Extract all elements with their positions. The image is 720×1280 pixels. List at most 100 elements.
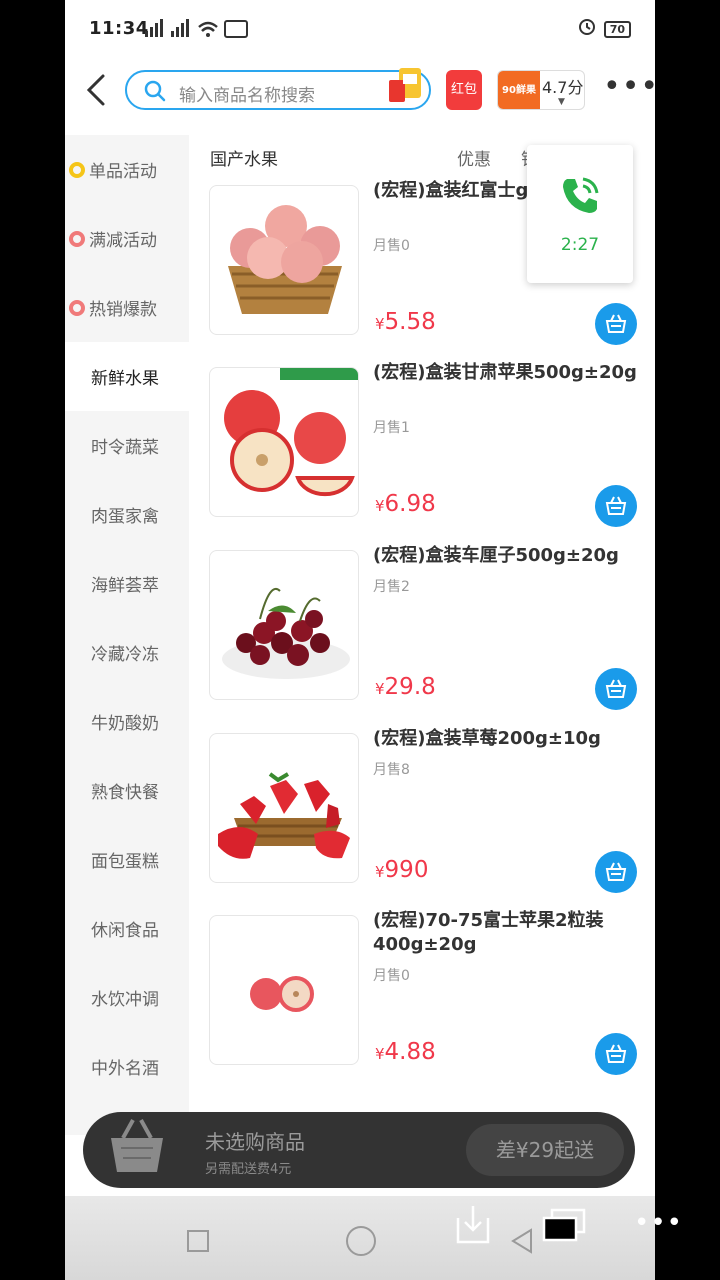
product-name: (宏程)盒装草莓200g±10g bbox=[373, 728, 601, 749]
promo-dot-icon bbox=[69, 299, 85, 316]
sidebar-item-label: 水饮冲调 bbox=[91, 990, 159, 1010]
product-name: (宏程)盒装车厘子500g±20g bbox=[373, 545, 619, 566]
back-nav-icon[interactable] bbox=[507, 1226, 537, 1256]
product-sales: 月售0 bbox=[373, 238, 410, 254]
promo-dot-icon bbox=[69, 230, 85, 247]
basket-icon bbox=[605, 496, 627, 515]
price-value: 29.8 bbox=[384, 674, 436, 700]
product-price: ¥5.58 bbox=[375, 309, 436, 335]
price-value: 6.98 bbox=[384, 491, 436, 517]
phone-call-icon bbox=[563, 177, 599, 213]
cart-bar[interactable]: 未选购商品 另需配送费4元 差¥29起送 bbox=[83, 1112, 635, 1188]
sidebar-item-seafood[interactable]: 海鲜荟萃 bbox=[65, 549, 189, 618]
price-value: 5.58 bbox=[384, 309, 436, 335]
sidebar-item-bakery[interactable]: 面包蛋糕 bbox=[65, 825, 189, 894]
add-to-cart-button[interactable] bbox=[595, 485, 637, 527]
sidebar-item-label: 新鲜水果 bbox=[91, 369, 159, 389]
sidebar-item-label: 单品活动 bbox=[89, 162, 157, 182]
product-name: (宏程)盒装甘肃苹果500g±20g bbox=[373, 362, 637, 383]
basket-icon bbox=[605, 679, 627, 698]
promo-coupon-icon[interactable] bbox=[387, 66, 423, 106]
product-price: ¥29.8 bbox=[375, 674, 436, 700]
product-sales: 月售0 bbox=[373, 968, 410, 984]
sidebar-item-discount-promo[interactable]: 满减活动 bbox=[65, 204, 189, 273]
cart-empty-label: 未选购商品 bbox=[205, 1130, 305, 1154]
sidebar-item-drinks[interactable]: 水饮冲调 bbox=[65, 963, 189, 1032]
sidebar-item-hot-sellers[interactable]: 热销爆款 bbox=[65, 273, 189, 342]
price-currency: ¥ bbox=[375, 680, 385, 698]
picture-in-picture-icon[interactable] bbox=[542, 1208, 586, 1244]
search-icon bbox=[144, 80, 166, 102]
promo-dot-icon bbox=[69, 161, 85, 178]
category-header: 国产水果 bbox=[210, 150, 278, 170]
product-image-strawberries[interactable] bbox=[209, 733, 359, 883]
sidebar-item-vegetables[interactable]: 时令蔬菜 bbox=[65, 411, 189, 480]
sidebar-item-meat-eggs[interactable]: 肉蛋家禽 bbox=[65, 480, 189, 549]
sidebar-item-liquor[interactable]: 中外名酒 bbox=[65, 1032, 189, 1101]
product-image-apples-basket[interactable] bbox=[209, 185, 359, 335]
recents-icon[interactable] bbox=[187, 1230, 209, 1252]
basket-icon bbox=[605, 1044, 627, 1063]
sidebar-item-label: 满减活动 bbox=[89, 231, 157, 251]
product-sales: 月售8 bbox=[373, 762, 410, 778]
red-envelope-button[interactable]: 红包 bbox=[446, 70, 482, 110]
product-sales: 月售1 bbox=[373, 420, 410, 436]
product-sales: 月售2 bbox=[373, 579, 410, 595]
sidebar-item-fresh-fruit[interactable]: 新鲜水果 bbox=[65, 342, 189, 411]
back-button[interactable] bbox=[79, 68, 115, 112]
alarm-icon bbox=[578, 18, 596, 40]
sidebar-item-label: 冷藏冷冻 bbox=[91, 645, 159, 665]
status-time: 11:34 bbox=[89, 18, 149, 39]
sidebar-item-snacks[interactable]: 休闲食品 bbox=[65, 894, 189, 963]
shopping-basket-icon[interactable] bbox=[105, 1116, 169, 1176]
price-value: 990 bbox=[384, 857, 429, 883]
price-currency: ¥ bbox=[375, 497, 385, 515]
top-nav: 输入商品名称搜索 红包 90鲜果 4.7分 ▼ ••• bbox=[65, 62, 655, 118]
product-card[interactable]: (宏程)盒装甘肃苹果500g±20g 月售1 ¥6.98 bbox=[209, 362, 649, 527]
search-placeholder: 输入商品名称搜索 bbox=[179, 86, 315, 106]
price-value: 4.88 bbox=[384, 1039, 436, 1065]
product-image-fuji-apples[interactable] bbox=[209, 915, 359, 1065]
sidebar-item-label: 中外名酒 bbox=[91, 1059, 159, 1079]
product-card[interactable]: (宏程)盒装车厘子500g±20g 月售2 ¥29.8 bbox=[209, 545, 649, 710]
product-card[interactable]: (宏程)盒装草莓200g±10g 月售8 ¥990 bbox=[209, 728, 649, 893]
download-icon[interactable] bbox=[454, 1204, 492, 1246]
status-bar: 11:34 70 bbox=[65, 0, 655, 58]
product-price: ¥990 bbox=[375, 857, 428, 883]
sidebar-item-label: 海鲜荟萃 bbox=[91, 576, 159, 596]
more-menu-icon[interactable]: ••• bbox=[603, 72, 655, 102]
product-image-cherries[interactable] bbox=[209, 550, 359, 700]
sidebar-item-label: 休闲食品 bbox=[91, 921, 159, 941]
sidebar-item-dairy[interactable]: 牛奶酸奶 bbox=[65, 687, 189, 756]
sidebar-item-frozen[interactable]: 冷藏冷冻 bbox=[65, 618, 189, 687]
sidebar-item-deli[interactable]: 熟食快餐 bbox=[65, 756, 189, 825]
call-widget[interactable]: 2:27 bbox=[527, 145, 633, 283]
basket-icon bbox=[605, 862, 627, 881]
home-icon[interactable] bbox=[346, 1226, 376, 1256]
phone-screen: 11:34 70 输入商品名称搜索 红包 90鲜果 4.7分 ▼ ••• 单品活… bbox=[65, 0, 655, 1280]
signal-icon bbox=[145, 19, 265, 43]
rating-value: 4.7分 bbox=[542, 78, 584, 97]
product-name: (宏程)70-75富士苹果2粒装400g±20g bbox=[373, 910, 604, 955]
status-right: 70 bbox=[578, 18, 631, 40]
product-image-red-apples[interactable] bbox=[209, 367, 359, 517]
add-to-cart-button[interactable] bbox=[595, 1033, 637, 1075]
chevron-left-icon bbox=[86, 74, 105, 106]
min-order-button[interactable]: 差¥29起送 bbox=[466, 1124, 624, 1176]
product-price: ¥4.88 bbox=[375, 1039, 436, 1065]
call-timer: 2:27 bbox=[560, 235, 600, 255]
sidebar-item-label: 时令蔬菜 bbox=[91, 438, 159, 458]
filter-discount[interactable]: 优惠 bbox=[457, 145, 491, 170]
add-to-cart-button[interactable] bbox=[595, 303, 637, 345]
add-to-cart-button[interactable] bbox=[595, 668, 637, 710]
overflow-menu-icon[interactable]: ••• bbox=[634, 1208, 683, 1238]
store-rating[interactable]: 90鲜果 4.7分 ▼ bbox=[497, 70, 585, 110]
product-card[interactable]: (宏程)70-75富士苹果2粒装400g±20g 月售0 ¥4.88 bbox=[209, 910, 649, 1075]
delivery-fee-label: 另需配送费4元 bbox=[205, 1162, 292, 1177]
sidebar-item-label: 牛奶酸奶 bbox=[91, 714, 159, 734]
add-to-cart-button[interactable] bbox=[595, 851, 637, 893]
caret-down-icon: ▼ bbox=[558, 97, 565, 107]
search-input[interactable]: 输入商品名称搜索 bbox=[125, 68, 431, 110]
basket-icon bbox=[605, 314, 627, 333]
sidebar-item-single-promo[interactable]: 单品活动 bbox=[65, 135, 189, 204]
